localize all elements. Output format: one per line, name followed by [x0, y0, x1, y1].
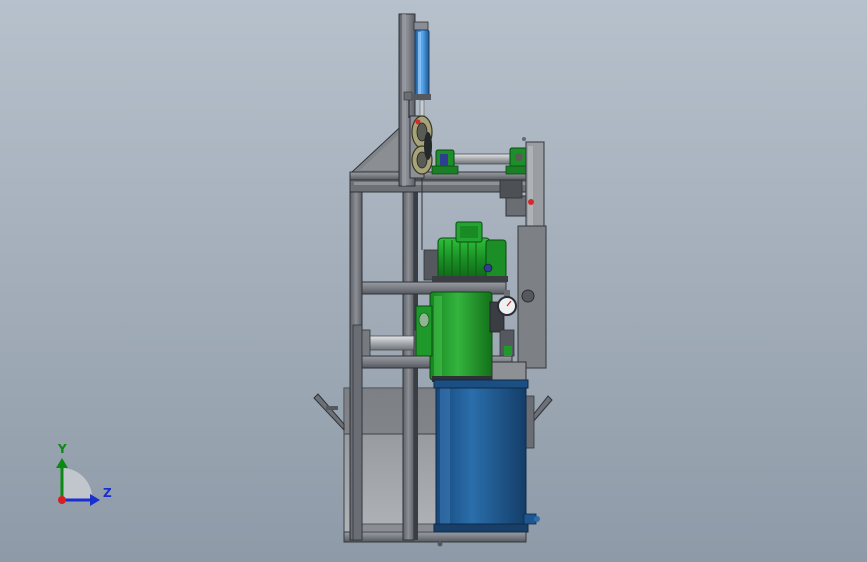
origin-dot-icon [58, 496, 66, 504]
z-arrowhead-icon [90, 494, 100, 506]
triad-backdrop [62, 467, 93, 500]
z-axis-label: Z [103, 486, 112, 500]
y-arrowhead-icon [56, 458, 68, 468]
y-axis-label: Y [58, 442, 67, 456]
model-viewport[interactable]: Y Z [0, 0, 867, 562]
coordinate-triad [56, 458, 100, 506]
